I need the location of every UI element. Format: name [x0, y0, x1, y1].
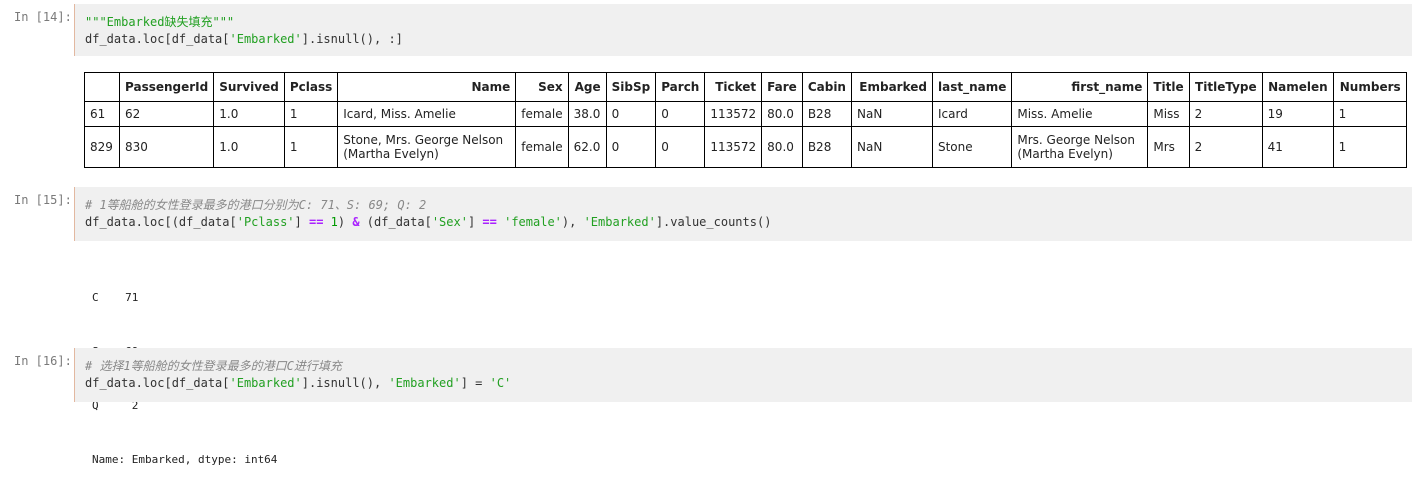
- table-cell: 62: [118, 101, 215, 127]
- table-cell: 0: [605, 126, 657, 168]
- table-cell: NaN: [850, 101, 933, 127]
- dataframe-output: PassengerId Survived Pclass Name Sex Age…: [84, 72, 1407, 168]
- code-input-area[interactable]: """Embarked缺失填充""" df_data.loc[df_data['…: [74, 4, 1412, 56]
- table-cell: Icard: [931, 101, 1013, 127]
- column-header: Survived: [213, 72, 285, 102]
- column-header: Title: [1147, 72, 1190, 102]
- cell-prompt: In [15]:: [14, 193, 72, 207]
- code-line: df_data.loc[df_data['Embarked'].isnull()…: [85, 376, 512, 390]
- table-cell: 113572: [704, 126, 763, 168]
- table-cell: Miss. Amelie: [1011, 101, 1149, 127]
- column-header-index: [84, 72, 120, 102]
- table-cell: 80.0: [761, 126, 803, 168]
- table-row: 829 830 1.0 1 Stone, Mrs. George Nelson …: [84, 126, 1407, 168]
- cell-prompt: In [16]:: [14, 354, 72, 368]
- table-cell: female: [515, 126, 569, 168]
- table-cell: Stone, Mrs. George Nelson (Martha Evelyn…: [337, 126, 517, 168]
- table-cell: Mrs. George Nelson (Martha Evelyn): [1011, 126, 1149, 168]
- column-header: TitleType: [1188, 72, 1263, 102]
- dataframe-table: PassengerId Survived Pclass Name Sex Age…: [84, 72, 1407, 168]
- table-cell: 0: [655, 101, 706, 127]
- table-cell: 1.0: [213, 101, 285, 127]
- table-cell: 19: [1261, 101, 1334, 127]
- table-cell: Stone: [931, 126, 1013, 168]
- code-input-area[interactable]: # 1等船舱的女性登录最多的港口分别为C: 71、S: 69; Q: 2 df_…: [74, 187, 1412, 241]
- code-line: df_data.loc[(df_data['Pclass'] == 1) & (…: [85, 215, 772, 229]
- table-cell: Icard, Miss. Amelie: [337, 101, 517, 127]
- column-header: Cabin: [801, 72, 852, 102]
- table-cell: 1: [1332, 101, 1407, 127]
- code-cell-14[interactable]: In [14]: """Embarked缺失填充""" df_data.loc[…: [0, 4, 1412, 56]
- column-header: Embarked: [850, 72, 933, 102]
- column-header: last_name: [931, 72, 1013, 102]
- table-cell: 1: [1332, 126, 1407, 168]
- column-header: Name: [337, 72, 517, 102]
- table-cell: Miss: [1147, 101, 1190, 127]
- column-header: PassengerId: [118, 72, 215, 102]
- column-header: Numbers: [1332, 72, 1407, 102]
- table-cell: 41: [1261, 126, 1334, 168]
- code-input-area[interactable]: # 选择1等船舱的女性登录最多的港口C进行填充 df_data.loc[df_d…: [74, 348, 1412, 402]
- table-cell: 0: [655, 126, 706, 168]
- column-header: Namelen: [1261, 72, 1334, 102]
- table-cell: 62.0: [567, 126, 607, 168]
- code-line: """Embarked缺失填充""": [85, 15, 235, 29]
- cell-prompt: In [14]:: [14, 10, 72, 24]
- row-index: 829: [84, 126, 120, 168]
- table-header-row: PassengerId Survived Pclass Name Sex Age…: [84, 72, 1407, 102]
- table-cell: 830: [118, 126, 215, 168]
- code-line: # 1等船舱的女性登录最多的港口分别为C: 71、S: 69; Q: 2: [85, 198, 427, 212]
- column-header: Sex: [515, 72, 569, 102]
- table-cell: 0: [605, 101, 657, 127]
- output-line: Name: Embarked, dtype: int64: [92, 453, 278, 466]
- column-header: Pclass: [283, 72, 339, 102]
- table-row: 61 62 1.0 1 Icard, Miss. Amelie female 3…: [84, 101, 1407, 127]
- code-cell-16[interactable]: In [16]: # 选择1等船舱的女性登录最多的港口C进行填充 df_data…: [0, 348, 1412, 402]
- table-cell: Mrs: [1147, 126, 1190, 168]
- column-header: SibSp: [605, 72, 657, 102]
- table-cell: 1.0: [213, 126, 285, 168]
- table-cell: NaN: [850, 126, 933, 168]
- column-header: Ticket: [704, 72, 763, 102]
- column-header: Age: [567, 72, 607, 102]
- table-cell: female: [515, 101, 569, 127]
- column-header: Fare: [761, 72, 803, 102]
- row-index: 61: [84, 101, 120, 127]
- table-cell: 2: [1188, 126, 1263, 168]
- table-cell: 1: [283, 126, 339, 168]
- table-cell: 38.0: [567, 101, 607, 127]
- table-cell: 1: [283, 101, 339, 127]
- column-header: first_name: [1011, 72, 1149, 102]
- table-cell: 2: [1188, 101, 1263, 127]
- table-cell: 80.0: [761, 101, 803, 127]
- code-line: # 选择1等船舱的女性登录最多的港口C进行填充: [85, 359, 342, 373]
- code-cell-15[interactable]: In [15]: # 1等船舱的女性登录最多的港口分别为C: 71、S: 69;…: [0, 187, 1412, 241]
- table-cell: B28: [801, 126, 852, 168]
- code-line: df_data.loc[df_data['Embarked'].isnull()…: [85, 32, 403, 46]
- output-line: C 71: [92, 291, 139, 304]
- column-header: Parch: [655, 72, 706, 102]
- table-cell: 113572: [704, 101, 763, 127]
- table-cell: B28: [801, 101, 852, 127]
